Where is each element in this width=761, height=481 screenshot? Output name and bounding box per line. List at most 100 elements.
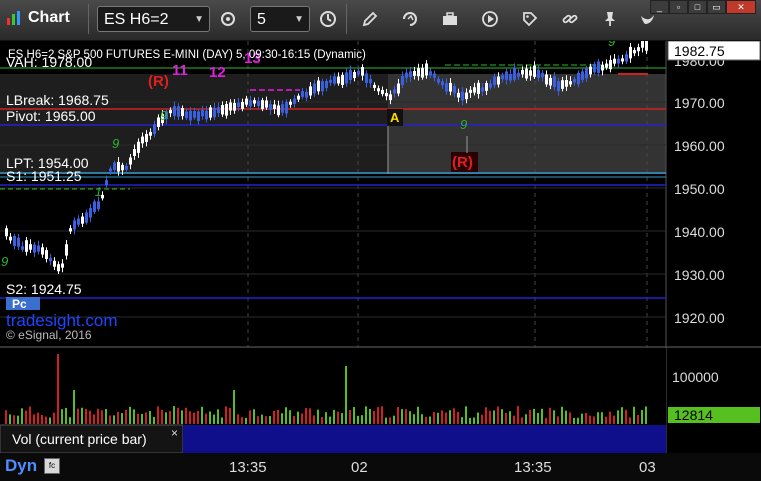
toolbox-button[interactable] [436, 6, 464, 32]
price-bar [9, 236, 12, 241]
pivot-label: Pivot: 1965.00 [6, 108, 96, 124]
marker-9a: 9 [112, 136, 119, 151]
interval-input[interactable]: 5 ▼ [250, 6, 310, 32]
price-bar [541, 72, 544, 78]
volume-bar [5, 410, 7, 424]
volume-bar [357, 415, 359, 424]
volume-bar [509, 411, 511, 424]
price-bar [525, 68, 528, 79]
volume-study-strip [183, 425, 666, 453]
volume-bar [425, 416, 427, 424]
volume-bar [309, 408, 311, 424]
volume-bar [449, 410, 451, 424]
dynamic-mode-icon[interactable]: fc [44, 458, 60, 474]
marker-9d: 9 [1, 254, 8, 269]
volume-bar [277, 409, 279, 424]
price-bar [185, 111, 188, 119]
price-bar [345, 72, 348, 84]
volume-bar [445, 412, 447, 424]
volume-bar [393, 415, 395, 424]
volume-bar [317, 409, 319, 424]
volume-bar [169, 410, 171, 424]
symbol-input[interactable]: ES H6=2 ▼ [97, 6, 210, 32]
draw-pencil-button[interactable] [356, 6, 384, 32]
dock-button[interactable]: ▭ [707, 0, 726, 14]
volume-bar [229, 407, 231, 424]
volume-bar [321, 417, 323, 424]
price-bar [509, 73, 512, 81]
pin-button[interactable] [596, 6, 624, 32]
volume-bar [349, 410, 351, 424]
volume-bar [553, 410, 555, 424]
link-button[interactable] [556, 6, 584, 32]
volume-bar [621, 407, 623, 424]
price-bar [97, 201, 100, 210]
volume-bar [297, 411, 299, 424]
volume-bar [25, 410, 27, 424]
chevron-down-icon[interactable]: ▼ [194, 7, 204, 33]
marker-1: 1 [95, 185, 102, 199]
volume-study-close-icon[interactable]: × [171, 426, 178, 440]
volume-bar [105, 409, 107, 424]
dynamic-mode-label[interactable]: Dyn [5, 456, 37, 476]
tag-button[interactable] [516, 6, 544, 32]
price-tick: 1970.00 [674, 95, 725, 111]
refresh-symbol-button[interactable] [214, 6, 242, 32]
price-bar [561, 80, 564, 89]
volume-bar [493, 410, 495, 424]
price-bar [617, 58, 620, 64]
volume-bar [129, 406, 131, 424]
marker-11: 11 [172, 62, 188, 79]
volume-bar [77, 408, 79, 424]
volume-bar [193, 412, 195, 424]
price-bar [569, 81, 572, 85]
interval-clock-button[interactable] [314, 6, 342, 32]
price-bar [473, 87, 476, 93]
price-bar [229, 102, 232, 111]
minimize-button[interactable]: _ [650, 0, 669, 14]
price-bar [589, 66, 592, 75]
price-bar [61, 263, 64, 268]
play-button[interactable] [476, 6, 504, 32]
chart-area[interactable]: (R) (R) A 11 12 13 9 9 9 9 9 1 ES H6=2 S… [0, 41, 761, 453]
volume-bar [301, 413, 303, 424]
price-bar [409, 71, 412, 78]
price-bar [353, 71, 356, 79]
time-tick: 13:35 [514, 459, 552, 476]
price-bar [169, 109, 172, 114]
restore-button[interactable]: ▫ [669, 0, 688, 14]
price-bar [365, 73, 368, 83]
volume-bar [453, 408, 455, 424]
price-bar [57, 264, 60, 272]
volume-bar [405, 409, 407, 424]
price-bar [581, 71, 584, 80]
price-bar [397, 83, 400, 94]
volume-bar [53, 412, 55, 424]
volume-bar [441, 410, 443, 424]
price-bar [641, 41, 644, 48]
volume-bar [93, 414, 95, 424]
toolbox-icon [443, 12, 457, 25]
price-bar [557, 81, 560, 92]
marker-r2: (R) [452, 154, 473, 171]
volume-tick: 100000 [672, 369, 719, 385]
volume-bar [61, 409, 63, 424]
volume-bar [361, 415, 363, 424]
volume-bar [341, 413, 343, 424]
volume-bar [33, 414, 35, 424]
marker-9b: 9 [160, 108, 167, 123]
volume-bar [389, 417, 391, 424]
chevron-down-icon[interactable]: ▼ [294, 7, 304, 33]
price-bar [433, 73, 436, 78]
price-bar [105, 180, 108, 186]
price-bar [29, 244, 32, 250]
maximize-button[interactable]: □ [688, 0, 707, 14]
volume-bar [181, 410, 183, 424]
volume-bar [573, 417, 575, 424]
volume-bar [313, 415, 315, 424]
price-bar [577, 72, 580, 85]
close-window-button[interactable]: ✕ [726, 0, 756, 14]
volume-bar [525, 414, 527, 424]
volume-bar [225, 406, 227, 424]
cycle-button[interactable] [396, 6, 424, 32]
